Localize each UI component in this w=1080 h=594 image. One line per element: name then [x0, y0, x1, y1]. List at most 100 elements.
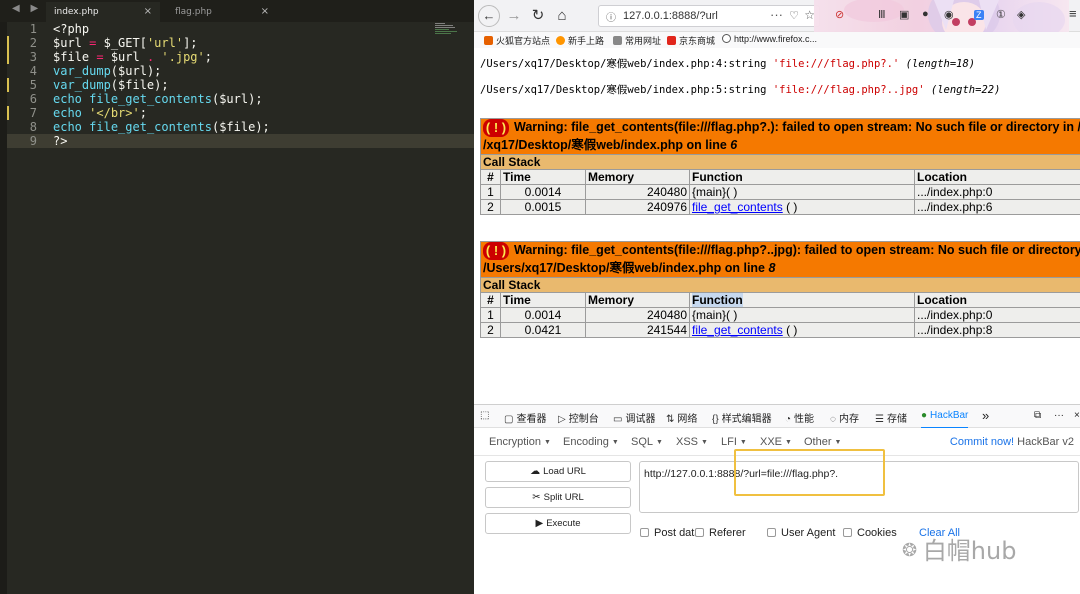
- tab-style-editor[interactable]: {} 样式编辑器: [712, 410, 772, 425]
- bookmark-item[interactable]: 京东商城: [667, 34, 715, 47]
- sidebar-icon[interactable]: ▣: [899, 8, 909, 21]
- checkbox[interactable]: [767, 528, 776, 537]
- table-row: 1 0.0014 240480 {main}( ) .../index.php:…: [480, 307, 1080, 323]
- menu-xxe[interactable]: XXE ▼: [760, 436, 792, 448]
- options-icon[interactable]: ···: [1054, 410, 1064, 421]
- tab-label: 存储: [886, 414, 907, 425]
- line-code: $url = $_GET['url'];: [53, 36, 198, 50]
- cell-memory: 241544: [585, 322, 690, 338]
- menu-label: Encoding: [563, 436, 609, 448]
- col-header: Function: [689, 292, 915, 308]
- globe-icon: [722, 34, 731, 43]
- split-url-button[interactable]: ✂ Split URL: [485, 487, 631, 508]
- post-data-checkbox[interactable]: Post data: [640, 527, 700, 539]
- warning-icon: ( ! ): [483, 242, 509, 260]
- line-code: var_dump($url);: [53, 64, 162, 78]
- load-url-button[interactable]: ☁ Load URL: [485, 461, 631, 482]
- reload-icon[interactable]: ↻: [528, 6, 548, 26]
- more-tabs-icon[interactable]: »: [982, 408, 989, 423]
- checkbox[interactable]: [640, 528, 649, 537]
- back-icon[interactable]: ←: [478, 5, 500, 27]
- menu-xss[interactable]: XSS ▼: [676, 436, 708, 448]
- menu-lfi[interactable]: LFI ▼: [721, 436, 747, 448]
- forward-icon[interactable]: →: [504, 6, 524, 26]
- cell-time: 0.0421: [500, 322, 586, 338]
- bookmark-label: 常用网址: [625, 36, 662, 46]
- home-icon[interactable]: ⌂: [552, 6, 572, 26]
- execute-button[interactable]: ▶ Execute: [485, 513, 631, 534]
- url-bar[interactable]: ⓘ 127.0.0.1:8888/?url ··· ♡ ☆: [598, 5, 820, 27]
- menu-icon[interactable]: ≡: [1069, 6, 1077, 21]
- block-icon[interactable]: ⊘: [835, 8, 844, 21]
- user-agent-checkbox[interactable]: User Agent: [767, 527, 835, 539]
- referer-checkbox[interactable]: Referer: [695, 527, 746, 539]
- button-label: Split URL: [543, 492, 584, 503]
- shield-icon[interactable]: ◈: [1017, 8, 1025, 21]
- menu-other[interactable]: Other ▼: [804, 436, 841, 448]
- cookies-checkbox[interactable]: Cookies: [843, 527, 897, 539]
- bookmark-item[interactable]: 火狐官方站点: [484, 34, 550, 47]
- cell-index: 1: [480, 184, 501, 200]
- jd-icon: [667, 36, 676, 45]
- code-line: 3 $file = $url . '.jpg';: [7, 50, 474, 64]
- cell-location: .../index.php:0: [914, 184, 1080, 200]
- tab-performance[interactable]: ◔ 性能: [785, 410, 814, 425]
- checkbox[interactable]: [843, 528, 852, 537]
- tab-memory[interactable]: ◌ 内存: [830, 410, 859, 425]
- line-code: ?>: [53, 134, 68, 148]
- menu-label: XSS: [676, 436, 699, 448]
- checkbox-label: Referer: [709, 527, 746, 539]
- extension-icon[interactable]: ◉: [944, 8, 954, 21]
- tab-inspector[interactable]: ▢ 查看器: [504, 410, 546, 425]
- line-code: <?php: [53, 22, 90, 36]
- info-icon[interactable]: ①: [996, 8, 1006, 21]
- function-args: ( ): [782, 200, 798, 214]
- tab-storage[interactable]: ☰ 存储: [875, 410, 907, 425]
- library-icon[interactable]: Ⅲ: [878, 8, 886, 21]
- line-number: 3: [29, 50, 37, 64]
- editor-sidebar: [0, 0, 7, 594]
- menu-sql[interactable]: SQL ▼: [631, 436, 663, 448]
- tab-network[interactable]: ⇅ 网络: [666, 410, 697, 425]
- dock-icon[interactable]: ⧉: [1034, 410, 1041, 421]
- checkbox[interactable]: [695, 528, 704, 537]
- tab-index-php[interactable]: index.php ×: [46, 2, 160, 22]
- menu-encryption[interactable]: Encryption ▼: [489, 436, 551, 448]
- tab-hackbar[interactable]: ● HackBar: [921, 410, 969, 429]
- tab-console[interactable]: ▷ 控制台: [558, 410, 599, 425]
- folder-icon: [613, 36, 622, 45]
- site-info-icon[interactable]: ⓘ: [606, 9, 616, 24]
- account-icon[interactable]: ●: [922, 8, 929, 20]
- line-number: 6: [29, 92, 37, 106]
- menu-encoding[interactable]: Encoding ▼: [563, 436, 619, 448]
- menu-label: SQL: [631, 436, 654, 448]
- function-link[interactable]: file_get_contents: [692, 200, 783, 214]
- commit-link[interactable]: Commit now!: [950, 436, 1014, 448]
- line-number: 9: [29, 134, 37, 148]
- close-icon[interactable]: ×: [1074, 410, 1080, 421]
- bookmark-item[interactable]: 常用网址: [613, 34, 661, 47]
- col-header: Time: [500, 169, 586, 185]
- col-header: Function: [689, 169, 915, 185]
- function-link[interactable]: file_get_contents: [692, 323, 783, 337]
- tab-nav-arrows-icon[interactable]: ◀ ▶: [12, 3, 42, 14]
- close-icon[interactable]: ×: [261, 6, 269, 17]
- addon-icon[interactable]: Z: [974, 10, 984, 20]
- wechat-icon: ❂: [902, 540, 923, 561]
- tab-flag-php[interactable]: flag.php ×: [167, 2, 277, 22]
- pick-element-icon[interactable]: ⬚: [480, 410, 489, 421]
- bookmark-item[interactable]: http://www.firefox.c...: [722, 34, 817, 44]
- cell-index: 1: [480, 307, 501, 323]
- code-line: 2 $url = $_GET['url'];: [7, 36, 474, 50]
- col-header: Memory: [585, 169, 690, 185]
- table-row: 2 0.0421 241544 file_get_contents ( ) ..…: [480, 322, 1080, 338]
- code-area[interactable]: 1 <?php 2 $url = $_GET['url']; 3 $file = $u…: [7, 22, 474, 148]
- tab-label: 网络: [677, 414, 698, 425]
- pocket-icon[interactable]: ♡: [789, 9, 799, 22]
- warning-header: ( ! ) Warning: file_get_contents(file:///…: [479, 241, 1080, 278]
- checkbox-label: User Agent: [781, 527, 836, 539]
- bookmark-item[interactable]: 新手上路: [556, 34, 604, 47]
- tab-debugger[interactable]: ▭ 调试器: [613, 410, 655, 425]
- more-actions-icon[interactable]: ···: [770, 7, 783, 22]
- close-icon[interactable]: ×: [144, 6, 152, 17]
